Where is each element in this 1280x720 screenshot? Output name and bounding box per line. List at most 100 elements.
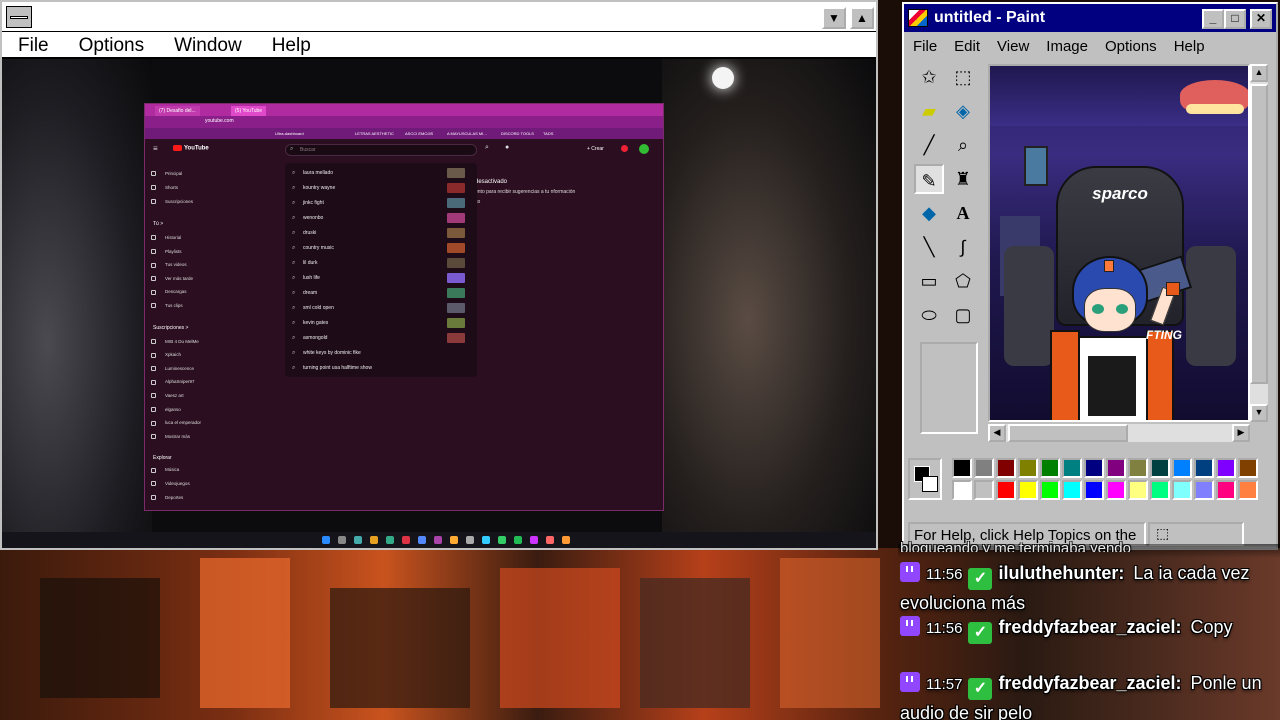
sidebar-item[interactable]: MrB 4 Du MelMe: [151, 339, 199, 344]
taskbar-icon[interactable]: [402, 536, 410, 544]
sidebar-section-you[interactable]: Tú >: [153, 221, 163, 227]
palette-swatch[interactable]: [1106, 480, 1126, 500]
suggestion-item[interactable]: ⌕ asmongold: [285, 331, 477, 346]
taskbar-icon[interactable]: [466, 536, 474, 544]
polygon-icon[interactable]: ⬠: [948, 266, 978, 296]
palette-swatch[interactable]: [1040, 458, 1060, 478]
sidebar-item[interactable]: Vaesz art: [151, 393, 184, 399]
sidebar-item[interactable]: Suscripciones: [151, 199, 193, 205]
suggestion-item[interactable]: ⌕ country music: [285, 241, 477, 256]
sidebar-item[interactable]: Deportes: [151, 495, 183, 500]
bookmark[interactable]: ASCCI EMOJIS: [405, 131, 433, 136]
palette-swatch[interactable]: [1062, 458, 1082, 478]
suggestion-item[interactable]: ⌕ turning point usa halftime show: [285, 361, 477, 376]
taskbar-icon[interactable]: [514, 536, 522, 544]
horizontal-scrollbar[interactable]: ◀ ▶: [988, 424, 1250, 442]
eraser-icon[interactable]: ▰: [914, 96, 944, 126]
menu-help[interactable]: Help: [256, 32, 325, 57]
palette-swatch[interactable]: [1040, 480, 1060, 500]
palette-swatch[interactable]: [1172, 480, 1192, 500]
bookmark[interactable]: DISCORD TOOLS: [501, 131, 534, 136]
palette-swatch[interactable]: [996, 480, 1016, 500]
curve-icon[interactable]: ∫: [948, 232, 978, 262]
palette-swatch[interactable]: [1084, 458, 1104, 478]
maximize-button[interactable]: ▲: [850, 7, 874, 29]
palette-swatch[interactable]: [1150, 480, 1170, 500]
tool-options[interactable]: [920, 342, 978, 434]
avatar[interactable]: [639, 144, 649, 154]
sidebar-item[interactable]: Historial: [151, 235, 181, 241]
menu-edit[interactable]: Edit: [945, 34, 988, 58]
palette-swatch[interactable]: [1194, 480, 1214, 500]
palette-swatch[interactable]: [1018, 480, 1038, 500]
chat-username[interactable]: freddyfazbear_zaciel:: [998, 617, 1181, 637]
taskbar-icon[interactable]: [450, 536, 458, 544]
taskbar-icon[interactable]: [370, 536, 378, 544]
vertical-scrollbar[interactable]: ▲ ▼: [1250, 64, 1268, 422]
sidebar-item[interactable]: Playlists: [151, 249, 182, 254]
free-select-icon[interactable]: ✩: [914, 62, 944, 92]
scroll-up-icon[interactable]: ▲: [1250, 64, 1268, 82]
palette-swatch[interactable]: [1128, 458, 1148, 478]
scroll-down-icon[interactable]: ▼: [1250, 404, 1268, 422]
suggestion-item[interactable]: ⌕ lil durk: [285, 256, 477, 271]
sidebar-item[interactable]: Mostrar más: [151, 434, 190, 440]
sidebar-item[interactable]: Shorts: [151, 185, 178, 191]
browser-tab-active[interactable]: (5) YouTube: [231, 106, 267, 116]
menu-help[interactable]: Help: [1165, 34, 1213, 58]
maximize-button[interactable]: □: [1224, 9, 1246, 29]
magnifier-icon[interactable]: ⌕: [948, 130, 978, 160]
suggestion-item[interactable]: ⌕ kevin gates: [285, 316, 477, 331]
sidebar-item[interactable]: Tus clips: [151, 303, 183, 309]
fill-icon[interactable]: ◈: [948, 96, 978, 126]
sidebar-item[interactable]: Ver más tarde: [151, 276, 193, 282]
chat-username[interactable]: iluluthehunter:: [998, 563, 1124, 583]
sidebar-item[interactable]: elganso: [151, 407, 181, 412]
suggestion-item[interactable]: ⌕ wenonbo: [285, 211, 477, 226]
palette-swatch[interactable]: [1216, 458, 1236, 478]
close-button[interactable]: ✕: [1250, 9, 1272, 29]
menu-options[interactable]: Options: [63, 32, 158, 57]
taskbar-icon[interactable]: [418, 536, 426, 544]
pencil-icon[interactable]: ✎: [914, 164, 944, 194]
menu-window[interactable]: Window: [158, 32, 256, 57]
palette-swatch[interactable]: [996, 458, 1016, 478]
palette-swatch[interactable]: [1084, 480, 1104, 500]
sidebar-item[interactable]: Tus videos: [151, 262, 187, 268]
system-menu-button[interactable]: [6, 6, 32, 28]
scroll-thumb[interactable]: [1250, 84, 1268, 384]
taskbar-icon[interactable]: [562, 536, 570, 544]
palette-swatch[interactable]: [952, 480, 972, 500]
taskbar-icon[interactable]: [546, 536, 554, 544]
rectangle-icon[interactable]: ▭: [914, 266, 944, 296]
sidebar-item[interactable]: Descargas: [151, 289, 187, 295]
menu-image[interactable]: Image: [1037, 34, 1096, 58]
airbrush-icon[interactable]: ◆: [914, 198, 944, 228]
sidebar-item[interactable]: Música: [151, 467, 179, 473]
suggestion-item[interactable]: ⌕ white keys by dominic fike: [285, 346, 477, 361]
palette-swatch[interactable]: [1238, 480, 1258, 500]
menu-file[interactable]: File: [2, 32, 63, 57]
hamburger-icon[interactable]: ≡: [153, 144, 158, 153]
palette-swatch[interactable]: [1062, 480, 1082, 500]
suggestion-item[interactable]: ⌕ sml cold open: [285, 301, 477, 316]
suggestion-item[interactable]: ⌕ laura mellado: [285, 166, 477, 181]
palette-swatch[interactable]: [1238, 458, 1258, 478]
palette-swatch[interactable]: [974, 480, 994, 500]
search-button[interactable]: ⌕: [479, 144, 495, 156]
scroll-left-icon[interactable]: ◀: [988, 424, 1006, 442]
menu-view[interactable]: View: [988, 34, 1037, 58]
suggestion-item[interactable]: ⌕ druski: [285, 226, 477, 241]
palette-swatch[interactable]: [1106, 458, 1126, 478]
sidebar-item[interactable]: Xpkaich: [151, 352, 181, 358]
brush-icon[interactable]: ♜: [948, 164, 978, 194]
palette-swatch[interactable]: [1150, 458, 1170, 478]
sidebar-item[interactable]: Luminescence: [151, 366, 194, 372]
rect-select-icon[interactable]: ⬚: [948, 62, 978, 92]
palette-swatch[interactable]: [1018, 458, 1038, 478]
bookmark[interactable]: Ultra-dashboard: [275, 131, 304, 136]
browser-address-bar[interactable]: youtube.com: [145, 116, 663, 128]
taskbar-icon[interactable]: [354, 536, 362, 544]
sidebar-item[interactable]: AlphaSniper97: [151, 379, 195, 385]
palette-swatch[interactable]: [1216, 480, 1236, 500]
